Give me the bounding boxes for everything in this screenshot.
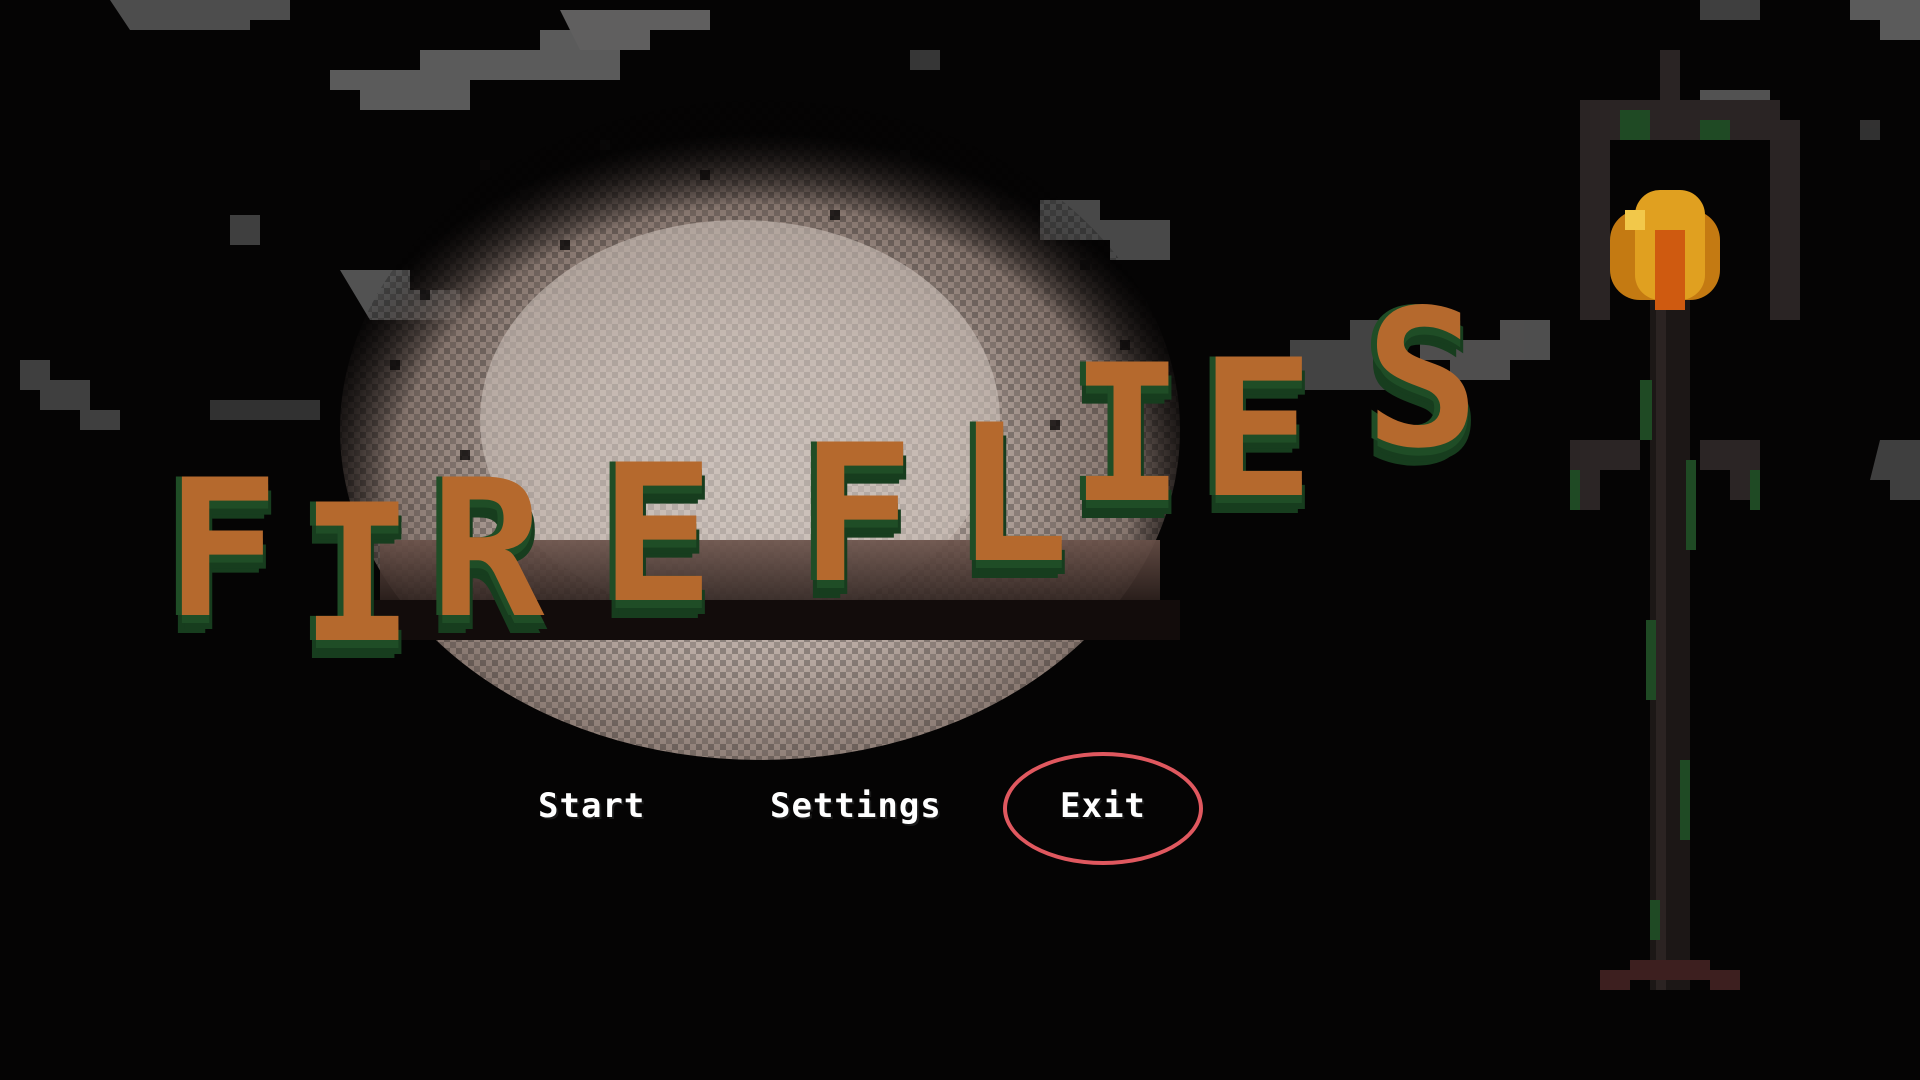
start-button[interactable]: Start	[538, 786, 645, 826]
exit-button[interactable]: Exit	[1060, 786, 1146, 826]
main-menu-screen: F I R E F L I E S Start Settings Exit	[0, 0, 1920, 1080]
background-scene	[20, 0, 1920, 990]
settings-button[interactable]: Settings	[770, 786, 942, 826]
main-menu: Start Settings Exit	[0, 768, 1920, 868]
